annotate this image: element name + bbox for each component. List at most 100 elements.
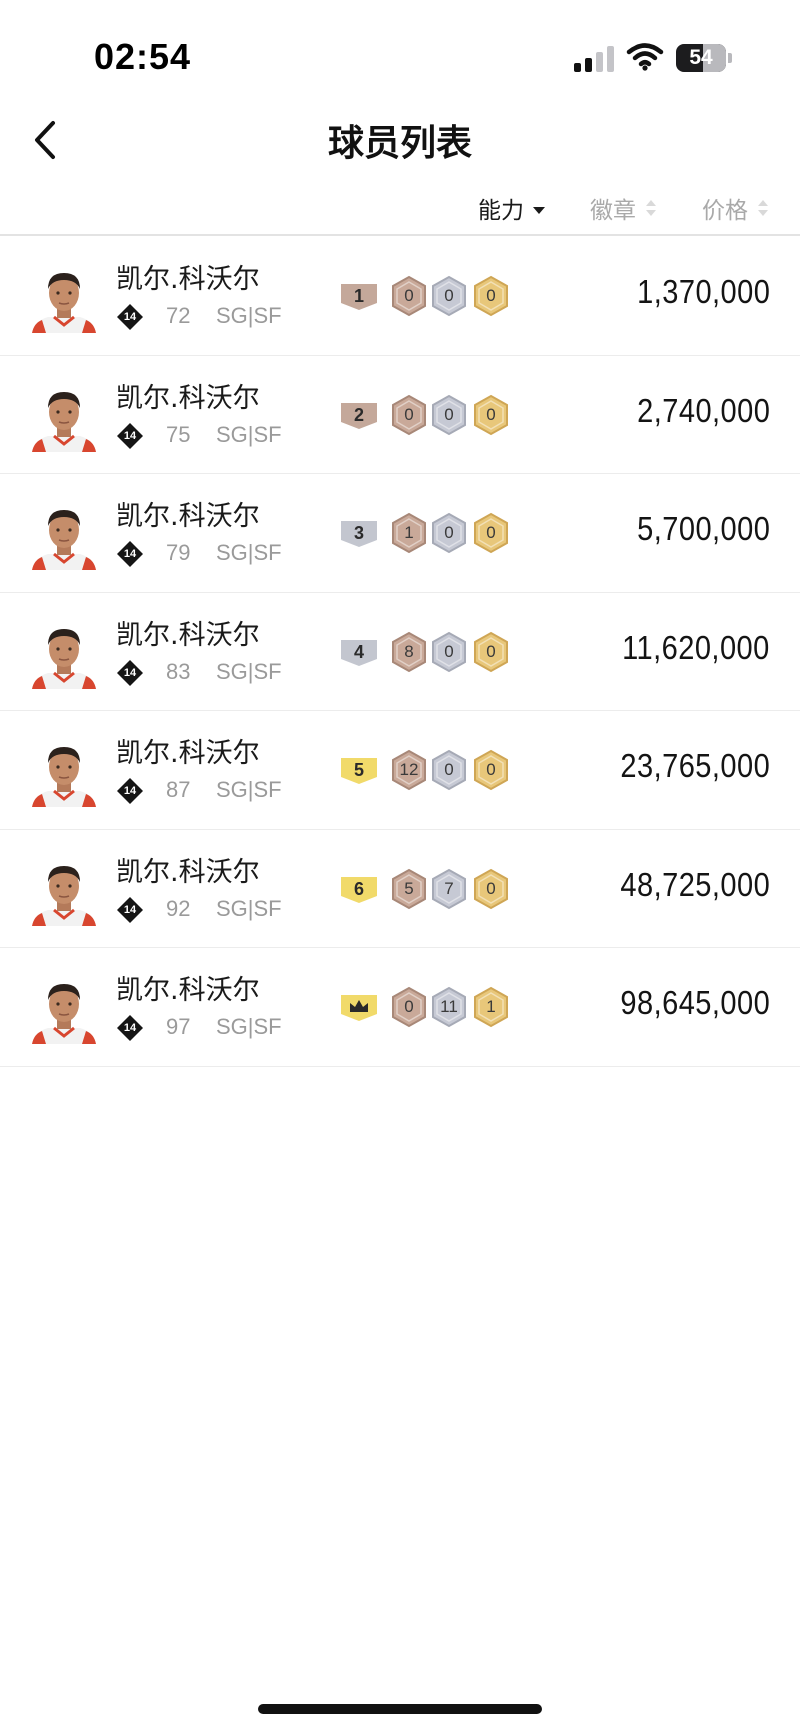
player-row[interactable]: 凯尔.科沃尔 14 75 SG|SF 2 0 0 0 2,740,000 (0, 356, 800, 474)
player-price: 48,725,000 (620, 865, 770, 903)
jersey-number: 14 (123, 311, 137, 323)
sort-unsorted-icon (646, 200, 656, 216)
player-row[interactable]: 凯尔.科沃尔 14 97 SG|SF 0 11 1 98,645,000 (0, 948, 800, 1067)
sort-ability[interactable]: 能力 (478, 188, 546, 228)
player-avatar (28, 384, 100, 452)
silver-badge-count: 7 (444, 878, 454, 898)
sort-label: 价格 (702, 198, 748, 224)
silver-badge-count-icon: 11 (430, 986, 468, 1028)
home-indicator[interactable] (258, 1704, 542, 1714)
tier-number: 3 (353, 523, 364, 543)
gold-badge-count-icon: 0 (472, 512, 510, 554)
gold-badge-count-icon: 0 (472, 868, 510, 910)
gold-badge-count: 0 (486, 523, 496, 542)
silver-badge-count-icon: 0 (430, 275, 468, 317)
player-rating: 97 (166, 1014, 191, 1039)
player-avatar (28, 502, 100, 570)
gold-badge-count: 0 (486, 760, 496, 779)
player-avatar (28, 858, 100, 926)
player-list: 凯尔.科沃尔 14 72 SG|SF 1 0 0 0 1,370,000 凯尔.科沃尔 14 75 SG… (0, 237, 800, 1067)
sort-price[interactable]: 价格 (702, 188, 770, 228)
bronze-badge-count-icon: 0 (390, 394, 428, 436)
battery-level: 54 (689, 46, 713, 69)
tier-badge: 2 (340, 400, 378, 430)
silver-badge-count: 0 (444, 760, 454, 779)
tier-badge: 6 (340, 874, 378, 904)
tier-number: 2 (353, 404, 364, 425)
player-row[interactable]: 凯尔.科沃尔 14 87 SG|SF 5 12 0 0 23,765,000 (0, 711, 800, 830)
player-position: SG|SF (216, 421, 282, 447)
jersey-number: 14 (123, 785, 137, 797)
player-price: 5,700,000 (636, 510, 770, 547)
silver-badge-count-icon: 7 (430, 868, 468, 910)
player-avatar (28, 739, 100, 807)
jersey-number: 14 (123, 1022, 137, 1034)
wifi-icon (626, 42, 664, 72)
bronze-badge-count: 12 (399, 760, 419, 779)
gold-badge-count-icon: 1 (472, 986, 510, 1028)
tier-badge: 5 (340, 755, 378, 785)
cellular-signal-icon (574, 44, 616, 72)
player-name: 凯尔.科沃尔 (116, 382, 260, 414)
player-position: SG|SF (216, 777, 282, 802)
player-name: 凯尔.科沃尔 (116, 619, 260, 651)
tier-badge: 1 (340, 281, 378, 311)
player-name: 凯尔.科沃尔 (116, 264, 260, 295)
player-price: 1,370,000 (636, 273, 770, 310)
tier-number: 5 (353, 760, 364, 780)
sort-unsorted-icon (758, 200, 768, 216)
jersey-number-badge: 14 (116, 896, 144, 924)
player-row[interactable]: 凯尔.科沃尔 14 92 SG|SF 6 5 7 0 48,725,000 (0, 830, 800, 948)
bronze-badge-count-icon: 12 (390, 749, 428, 791)
player-row[interactable]: 凯尔.科沃尔 14 72 SG|SF 1 0 0 0 1,370,000 (0, 237, 800, 356)
bronze-badge-count: 1 (404, 523, 414, 542)
tier-badge: 4 (340, 637, 378, 667)
player-price: 23,765,000 (620, 747, 770, 784)
player-avatar (28, 265, 100, 333)
player-price: 11,620,000 (622, 628, 770, 666)
player-position: SG|SF (216, 658, 282, 684)
jersey-number-badge: 14 (116, 303, 144, 331)
player-position: SG|SF (216, 540, 282, 565)
player-row[interactable]: 凯尔.科沃尔 14 83 SG|SF 4 8 0 0 11,620,000 (0, 593, 800, 711)
player-name: 凯尔.科沃尔 (116, 501, 260, 532)
silver-badge-count: 0 (444, 523, 454, 542)
sort-desc-icon (533, 207, 545, 214)
jersey-number-badge: 14 (116, 777, 144, 805)
bronze-badge-count-icon: 1 (390, 512, 428, 554)
silver-badge-count: 0 (444, 641, 454, 661)
gold-badge-count-icon: 0 (472, 275, 510, 317)
sort-badges[interactable]: 徽章 (590, 188, 658, 228)
gold-badge-count-icon: 0 (472, 631, 510, 673)
tier-badge: 3 (340, 518, 378, 548)
silver-badge-count-icon: 0 (430, 749, 468, 791)
player-position: SG|SF (216, 895, 282, 921)
silver-badge-count-icon: 0 (430, 631, 468, 673)
silver-badge-count: 0 (444, 286, 454, 305)
player-name: 凯尔.科沃尔 (116, 975, 260, 1006)
battery-icon: 54 (676, 44, 732, 72)
player-name: 凯尔.科沃尔 (116, 738, 260, 769)
bronze-badge-count: 0 (404, 404, 414, 424)
jersey-number: 14 (123, 666, 137, 679)
jersey-number: 14 (123, 429, 137, 442)
player-rating: 75 (166, 421, 191, 447)
tier-crown-icon (340, 992, 378, 1022)
player-avatar (28, 621, 100, 689)
silver-badge-count: 11 (440, 997, 458, 1016)
bronze-badge-count-icon: 0 (390, 986, 428, 1028)
silver-badge-count-icon: 0 (430, 394, 468, 436)
jersey-number-badge: 14 (116, 1014, 144, 1042)
sort-label: 徽章 (590, 198, 636, 224)
bronze-badge-count-icon: 8 (390, 631, 428, 673)
player-row[interactable]: 凯尔.科沃尔 14 79 SG|SF 3 1 0 0 5,700,000 (0, 474, 800, 593)
silver-badge-count-icon: 0 (430, 512, 468, 554)
tier-number: 1 (353, 286, 364, 306)
player-name: 凯尔.科沃尔 (116, 856, 260, 888)
sort-label: 能力 (478, 198, 524, 224)
player-position: SG|SF (216, 303, 282, 328)
player-avatar (28, 976, 100, 1044)
player-rating: 92 (166, 895, 191, 921)
bronze-badge-count-icon: 5 (390, 868, 428, 910)
gold-badge-count: 1 (486, 997, 496, 1016)
